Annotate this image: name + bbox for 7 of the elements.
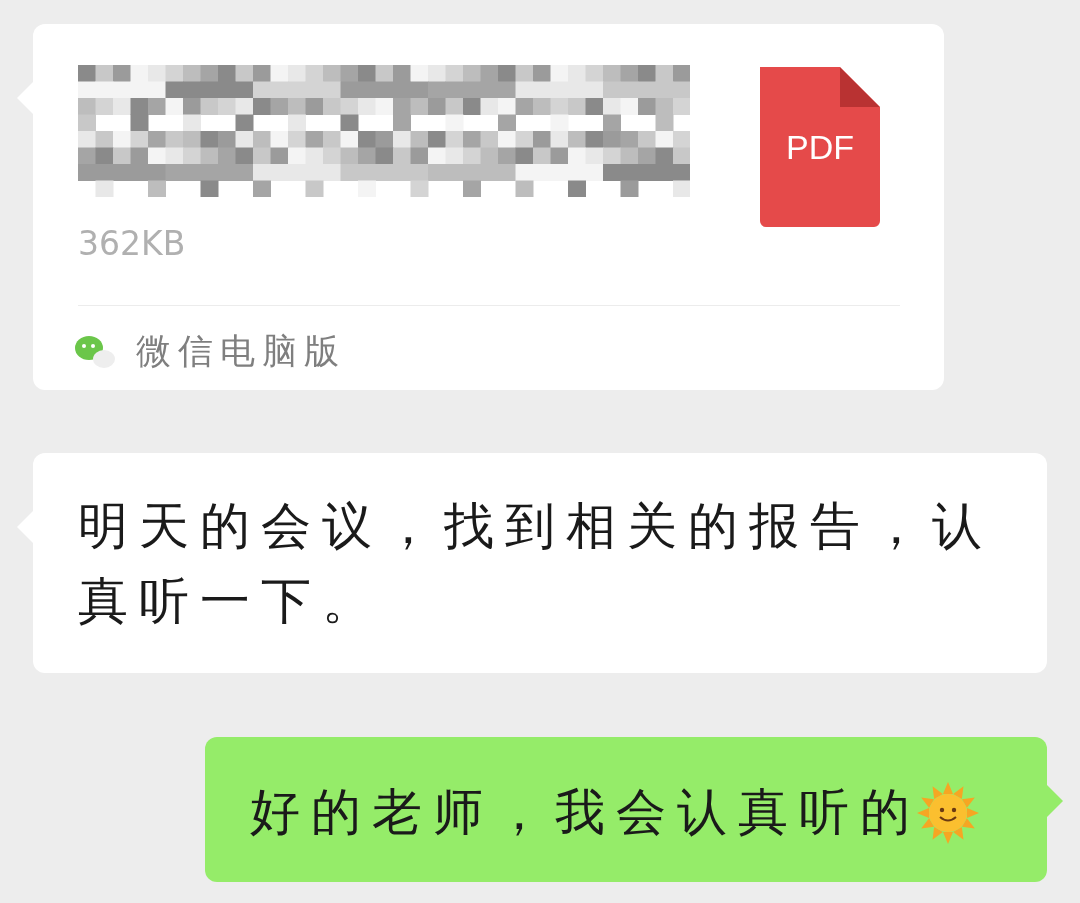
- message-text: 明天的会议，找到相关的报告，认真听一下。: [78, 496, 994, 632]
- file-size: 362KB: [78, 225, 187, 263]
- chat-bubbles-icon: [74, 333, 116, 370]
- source-label: 微信电脑版: [136, 330, 346, 373]
- file-type-label: PDF: [786, 127, 854, 167]
- message-text: 好的老师，我会认真听的: [250, 782, 921, 843]
- folded-corner-icon: [840, 67, 880, 107]
